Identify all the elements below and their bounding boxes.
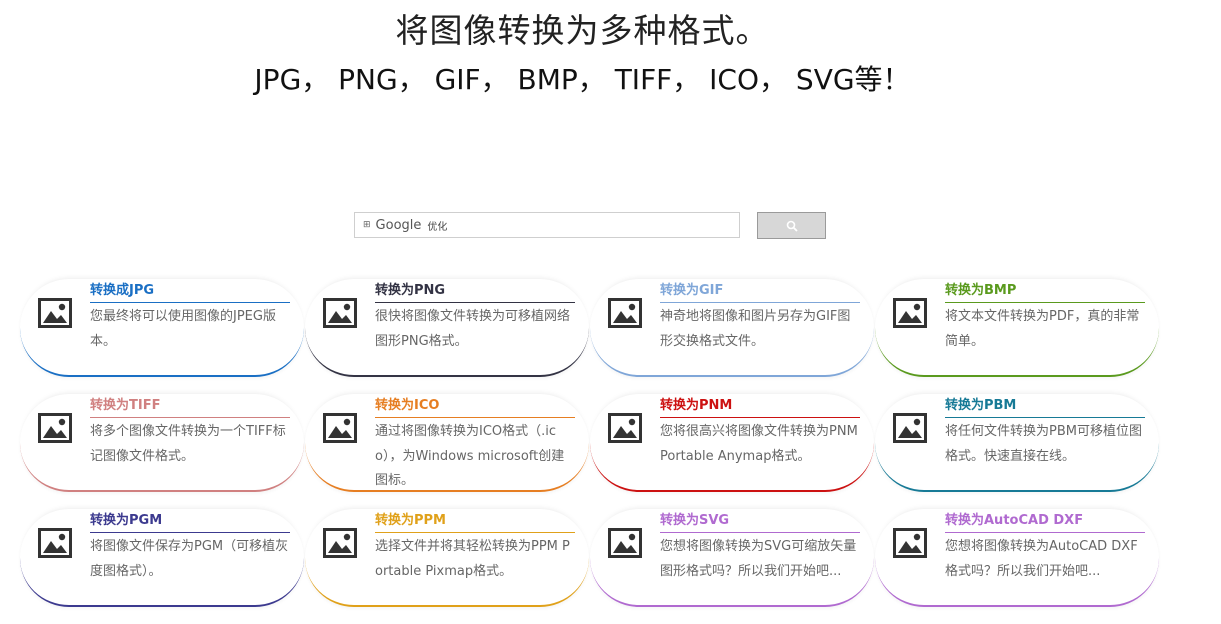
page: 将图像转换为多种格式。 JPG， PNG， GIF， BMP， TIFF， IC…	[0, 0, 1221, 624]
card-description: 将多个图像文件转换为一个TIFF标记图像文件格式。	[90, 424, 286, 464]
image-icon	[38, 413, 72, 443]
converter-card[interactable]: 转换为PBM 将任何文件转换为PBM可移植位图格式。快速直接在线。	[875, 394, 1159, 492]
search-button[interactable]	[757, 212, 826, 239]
card-title-link[interactable]: 转换为PBM	[945, 396, 1145, 418]
image-icon	[608, 298, 642, 328]
card-title-link[interactable]: 转换为ICO	[375, 396, 575, 418]
image-icon	[608, 413, 642, 443]
card-title-link[interactable]: 转换为PNM	[660, 396, 860, 418]
converter-card[interactable]: 转换为PGM 将图像文件保存为PGM（可移植灰度图格式）。	[20, 509, 304, 607]
image-icon	[893, 413, 927, 443]
search-input[interactable]	[451, 214, 739, 236]
card-title-link[interactable]: 转换为BMP	[945, 281, 1145, 303]
search-box[interactable]: ⊞ Google 优化	[354, 212, 740, 238]
card-title-link[interactable]: 转换为PPM	[375, 511, 575, 533]
google-logo: Google	[375, 217, 422, 233]
card-description: 通过将图像转换为ICO格式（.ico），为Windows microsoft创建…	[375, 424, 565, 488]
converter-card[interactable]: 转换为AutoCAD DXF 您想将图像转换为AutoCAD DXF格式吗？所以我…	[875, 509, 1159, 607]
card-title-link[interactable]: 转换为AutoCAD DXF	[945, 511, 1145, 533]
card-description: 神奇地将图像和图片另存为GIF图形交换格式文件。	[660, 309, 851, 349]
image-icon	[893, 298, 927, 328]
card-description: 将任何文件转换为PBM可移植位图格式。快速直接在线。	[945, 424, 1142, 464]
image-icon	[323, 413, 357, 443]
page-title: 将图像转换为多种格式。	[395, 11, 770, 50]
image-icon	[323, 528, 357, 558]
converter-card[interactable]: 转换为ICO 通过将图像转换为ICO格式（.ico），为Windows micro…	[305, 394, 589, 492]
converter-card[interactable]: 转换为SVG 您想将图像转换为SVG可缩放矢量图形格式吗？所以我们开始吧...	[590, 509, 874, 607]
card-title-link[interactable]: 转换为GIF	[660, 281, 860, 303]
search-icon	[786, 220, 798, 232]
card-description: 将文本文件转换为PDF，真的非常简单。	[945, 309, 1140, 349]
image-icon	[608, 528, 642, 558]
card-title-link[interactable]: 转换为TIFF	[90, 396, 290, 418]
image-icon	[38, 298, 72, 328]
converter-card[interactable]: 转换为PNG 很快将图像文件转换为可移植网络图形PNG格式。	[305, 279, 589, 377]
image-icon	[893, 528, 927, 558]
converter-card[interactable]: 转换为BMP 将文本文件转换为PDF，真的非常简单。	[875, 279, 1159, 377]
search-tag: 优化	[427, 221, 448, 233]
card-description: 您想将图像转换为SVG可缩放矢量图形格式吗？所以我们开始吧...	[660, 539, 857, 579]
card-title-link[interactable]: 转换为PGM	[90, 511, 290, 533]
card-title-link[interactable]: 转换为PNG	[375, 281, 575, 303]
card-description: 选择文件并将其轻松转换为PPM Portable Pixmap格式。	[375, 539, 570, 579]
card-description: 很快将图像文件转换为可移植网络图形PNG格式。	[375, 309, 571, 349]
card-description: 将图像文件保存为PGM（可移植灰度图格式）。	[90, 539, 289, 579]
image-icon	[38, 528, 72, 558]
converter-card[interactable]: 转换为GIF 神奇地将图像和图片另存为GIF图形交换格式文件。	[590, 279, 874, 377]
card-description: 您将很高兴将图像文件转换为PNM Portable Anymap格式。	[660, 424, 858, 464]
card-title-link[interactable]: 转换成JPG	[90, 281, 290, 303]
image-icon	[323, 298, 357, 328]
converter-card[interactable]: 转换为PNM 您将很高兴将图像文件转换为PNM Portable Anymap格式…	[590, 394, 874, 492]
grid-icon: ⊞	[363, 220, 371, 230]
card-description: 您最终将可以使用图像的JPEG版本。	[90, 309, 276, 349]
card-title-link[interactable]: 转换为SVG	[660, 511, 860, 533]
converter-card[interactable]: 转换成JPG 您最终将可以使用图像的JPEG版本。	[20, 279, 304, 377]
converter-card[interactable]: 转换为TIFF 将多个图像文件转换为一个TIFF标记图像文件格式。	[20, 394, 304, 492]
card-description: 您想将图像转换为AutoCAD DXF格式吗？所以我们开始吧...	[945, 539, 1138, 579]
page-subtitle: JPG， PNG， GIF， BMP， TIFF， ICO， SVG等！	[254, 63, 911, 96]
converter-card[interactable]: 转换为PPM 选择文件并将其轻松转换为PPM Portable Pixmap格式。	[305, 509, 589, 607]
